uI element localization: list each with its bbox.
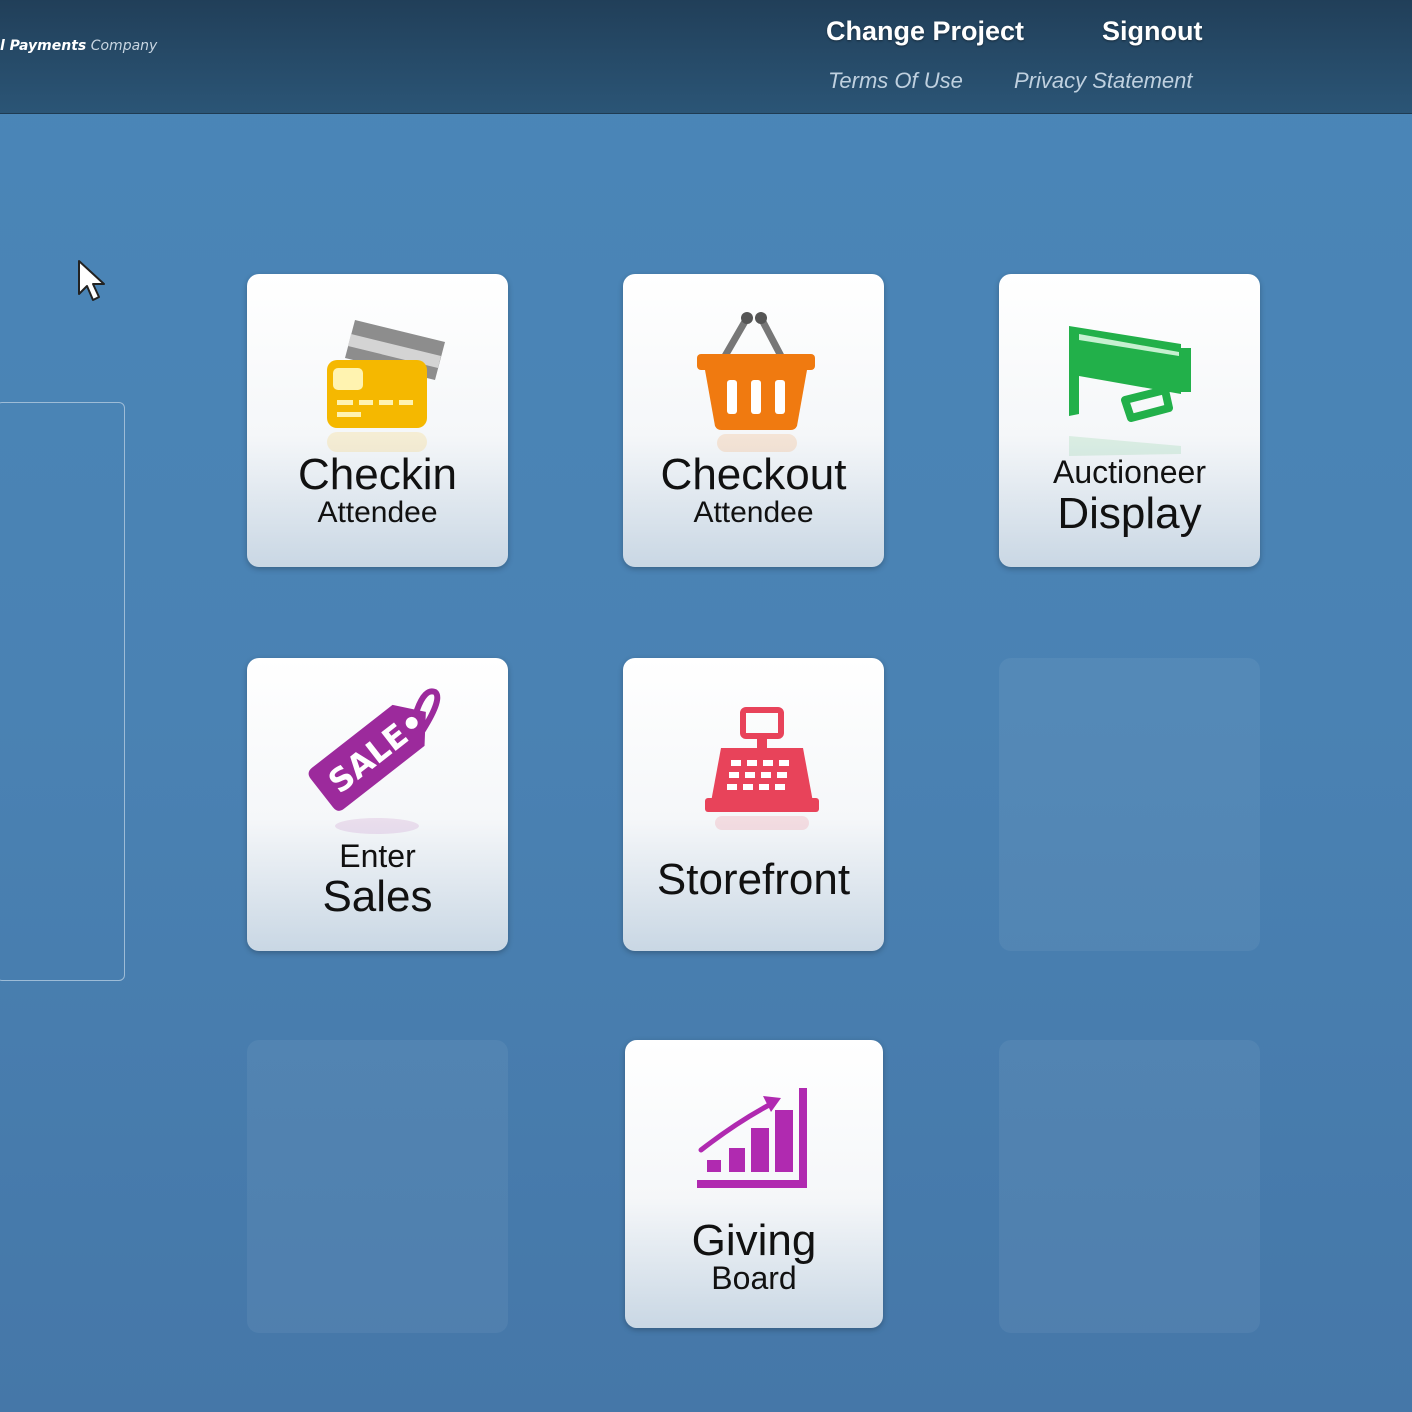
signout-link[interactable]: Signout <box>1102 16 1202 47</box>
side-panel <box>0 402 125 981</box>
tile-subtitle: Auctioneer <box>1053 454 1206 490</box>
tile-title: Checkin <box>298 450 457 499</box>
terms-of-use-link[interactable]: Terms Of Use <box>828 68 963 94</box>
mouse-cursor-icon <box>78 260 105 301</box>
privacy-statement-link[interactable]: Privacy Statement <box>1014 68 1193 94</box>
tile-title: Display <box>1057 489 1202 538</box>
top-header: l Payments Company Change Project Signou… <box>0 0 1412 114</box>
credit-card-icon <box>327 320 445 452</box>
tile-subtitle: Board <box>711 1260 797 1296</box>
auctioneer-display-tile[interactable]: Auctioneer Display <box>999 274 1260 567</box>
empty-tile-slot <box>247 1040 508 1333</box>
brand-suffix: Company <box>90 38 158 54</box>
checkout-attendee-tile[interactable]: Checkout Attendee <box>623 274 884 567</box>
change-project-link[interactable]: Change Project <box>826 16 1024 47</box>
tile-title: Giving <box>691 1216 817 1265</box>
tile-title: Checkout <box>660 450 847 499</box>
bar-chart-icon <box>697 1088 807 1188</box>
brand-prefix: l Payments <box>0 38 87 54</box>
tile-subtitle: Enter <box>339 838 416 874</box>
enter-sales-tile[interactable]: SALE Enter Sales <box>247 658 508 951</box>
empty-tile-slot <box>999 658 1260 951</box>
tile-title: Sales <box>322 872 433 921</box>
tile-subtitle: Attendee <box>693 496 814 529</box>
sale-tag-icon: SALE <box>308 688 441 834</box>
basket-icon <box>697 312 815 452</box>
checkin-attendee-tile[interactable]: Checkin Attendee <box>247 274 508 567</box>
megaphone-icon <box>1069 326 1191 456</box>
empty-tile-slot <box>999 1040 1260 1333</box>
storefront-tile[interactable]: Storefront <box>623 658 884 951</box>
tile-subtitle: Attendee <box>317 496 438 529</box>
cash-register-icon <box>705 707 819 830</box>
tile-title: Storefront <box>656 855 851 904</box>
giving-board-tile[interactable]: Giving Board <box>625 1040 883 1328</box>
brand-logo-text: l Payments Company <box>0 38 157 54</box>
